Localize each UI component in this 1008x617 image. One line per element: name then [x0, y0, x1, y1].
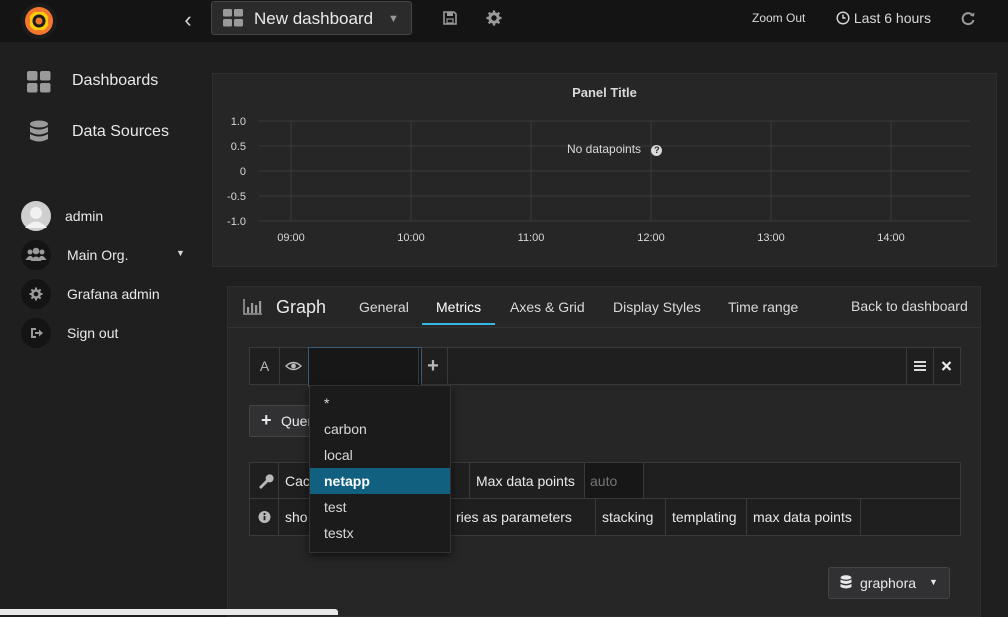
- info-icon: [250, 499, 279, 535]
- help-stacking-link[interactable]: stacking: [596, 499, 666, 535]
- sidebar-item-label: Data Sources: [72, 123, 169, 140]
- no-datapoints-label: No datapoints: [567, 142, 642, 156]
- chevron-left-icon[interactable]: ‹: [176, 8, 200, 32]
- x-tick-label: 11:00: [518, 232, 545, 244]
- database-icon: [29, 120, 49, 146]
- sidebar-item-label: admin: [65, 208, 104, 224]
- editor-tabs-bar: Graph General Metrics Axes & Grid Displa…: [228, 287, 980, 328]
- x-tick-label: 13:00: [757, 232, 785, 244]
- clock-icon: [836, 11, 850, 25]
- sidebar-item-label: Grafana admin: [67, 286, 160, 302]
- hamburger-menu-icon[interactable]: [906, 348, 934, 384]
- y-tick-label: 0.5: [231, 141, 246, 153]
- y-tick-label: 1.0: [231, 116, 246, 128]
- cache-timeout-label: Cac: [285, 473, 310, 489]
- y-tick-label: -1.0: [227, 216, 246, 228]
- help-show-link[interactable]: sho: [279, 499, 309, 535]
- time-range-picker[interactable]: Last 6 hours: [836, 10, 931, 26]
- dropdown-item[interactable]: *: [310, 390, 450, 416]
- bar-chart-icon: [243, 299, 263, 315]
- time-range-label: Last 6 hours: [853, 10, 931, 26]
- query-row: A +: [249, 347, 961, 387]
- y-tick-label: 0: [240, 166, 246, 178]
- tab-time-range[interactable]: Time range: [728, 299, 798, 315]
- graph-panel[interactable]: Panel Title 1.0 0.5 0 -0.5 -1.0 09:00 10:00 11:…: [212, 73, 997, 267]
- tab-general[interactable]: General: [359, 299, 409, 315]
- graph-chart: 1.0 0.5 0 -0.5 -1.0 09:00 10:00 11:00 12:00 13:00…: [227, 116, 970, 244]
- active-tab-indicator: [422, 323, 495, 325]
- x-tick-label: 09:00: [277, 232, 305, 244]
- no-datapoints-message: No datapoints ?: [567, 142, 663, 156]
- tab-axes-grid[interactable]: Axes & Grid: [510, 299, 585, 315]
- refresh-icon[interactable]: [960, 10, 978, 28]
- browser-status-bar: [0, 609, 338, 615]
- zoom-out-button[interactable]: Zoom Out: [752, 11, 805, 25]
- x-tick-label: 14:00: [877, 232, 905, 244]
- help-max-data-points-link[interactable]: max data points: [747, 499, 861, 535]
- database-icon: [840, 575, 852, 590]
- top-navbar: ‹ New dashboard ▼ Zoom Out Last 6 hours: [0, 0, 1008, 42]
- dropdown-item[interactable]: local: [310, 442, 450, 468]
- gear-icon[interactable]: [486, 10, 504, 28]
- panel-type-label: Graph: [276, 297, 327, 317]
- dashboard-grid-icon: [223, 9, 244, 27]
- help-series-as-parameters-link[interactable]: ries as parameters: [450, 499, 596, 535]
- dropdown-item[interactable]: testx: [310, 520, 450, 546]
- wrench-icon: [250, 463, 279, 499]
- tab-display-styles[interactable]: Display Styles: [613, 299, 701, 315]
- tab-metrics[interactable]: Metrics: [436, 299, 481, 315]
- dashboard-picker[interactable]: New dashboard ▼: [211, 1, 412, 35]
- question-icon[interactable]: ?: [651, 145, 663, 156]
- dropdown-item-selected[interactable]: netapp: [310, 468, 450, 494]
- back-to-dashboard-link[interactable]: Back to dashboard: [851, 298, 968, 314]
- datasource-selector[interactable]: graphora ▼: [828, 567, 950, 599]
- save-icon[interactable]: [442, 10, 460, 28]
- metric-segment-input[interactable]: [308, 347, 422, 387]
- gear-icon: [21, 279, 51, 309]
- sidebar-item-label: Dashboards: [72, 72, 159, 89]
- chevron-down-icon: ▼: [388, 13, 399, 25]
- dropdown-item[interactable]: carbon: [310, 416, 450, 442]
- y-tick-label: -0.5: [227, 191, 246, 203]
- max-data-points-label: Max data points: [469, 463, 585, 499]
- avatar: [21, 201, 51, 231]
- max-data-points-input[interactable]: [585, 463, 644, 499]
- sidebar-item-label: Main Org.: [67, 247, 129, 263]
- query-ref-id[interactable]: A: [250, 348, 280, 384]
- sign-out-icon: [21, 318, 51, 348]
- x-tick-label: 12:00: [637, 232, 665, 244]
- plus-icon[interactable]: +: [418, 348, 448, 384]
- help-templating-link[interactable]: templating: [666, 499, 747, 535]
- grafana-logo-icon[interactable]: [21, 3, 57, 39]
- close-icon[interactable]: [933, 348, 960, 384]
- caret-down-icon: ▼: [929, 577, 938, 587]
- dropdown-item[interactable]: test: [310, 494, 450, 520]
- grid-icon: [27, 71, 51, 93]
- dashboard-title: New dashboard: [254, 9, 374, 28]
- users-icon: [21, 240, 51, 270]
- eye-icon[interactable]: [279, 348, 309, 384]
- x-tick-label: 10:00: [397, 232, 425, 244]
- caret-down-icon: ▼: [176, 248, 185, 258]
- metric-segment-dropdown: * carbon local netapp test testx: [309, 385, 451, 553]
- plus-icon: +: [261, 410, 272, 430]
- sidebar-org-switcher[interactable]: Main Org. ▼: [21, 240, 189, 270]
- sidebar-item-label: Sign out: [67, 325, 119, 341]
- datasource-name: graphora: [860, 575, 917, 591]
